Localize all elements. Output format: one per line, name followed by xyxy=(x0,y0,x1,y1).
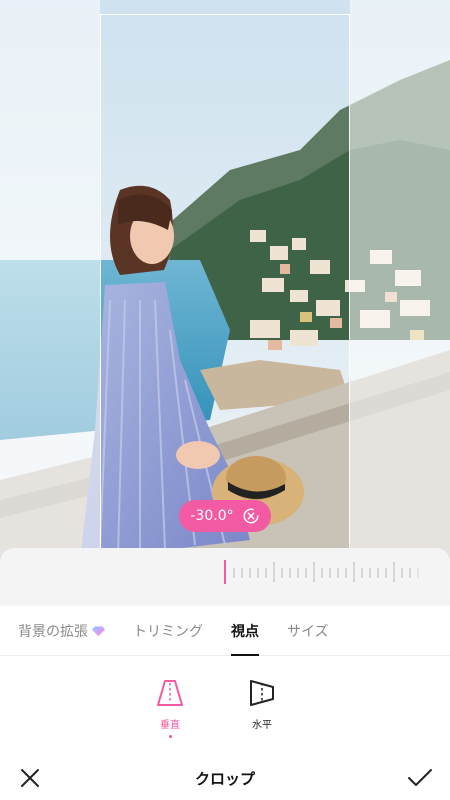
crop-tabs: 背景の拡張 トリミング 視点 サイズ xyxy=(0,606,450,656)
tab-background-extend-label: 背景の拡張 xyxy=(18,623,88,640)
tab-perspective-label: 視点 xyxy=(231,623,259,640)
tab-size-label: サイズ xyxy=(287,623,329,640)
active-dot xyxy=(168,735,172,738)
angle-indicator[interactable]: -30.0° xyxy=(179,500,271,532)
crop-mask-left xyxy=(0,0,100,560)
tab-size[interactable]: サイズ xyxy=(287,606,329,656)
confirm-button[interactable] xyxy=(406,764,434,792)
crop-mask-right xyxy=(350,0,450,560)
option-vertical-label: 垂直 xyxy=(160,720,180,731)
bottom-bar: クロップ xyxy=(0,756,450,800)
cancel-button[interactable] xyxy=(16,764,44,792)
angle-value: -30.0° xyxy=(190,508,234,524)
close-icon xyxy=(21,769,39,787)
check-icon xyxy=(407,769,432,786)
vertical-perspective-icon xyxy=(157,680,183,706)
ruler-ticks[interactable] xyxy=(0,548,450,606)
perspective-options: 垂直 水平 xyxy=(0,656,450,756)
reset-angle-icon[interactable] xyxy=(242,507,260,525)
gem-icon xyxy=(92,625,105,636)
option-horizontal-label: 水平 xyxy=(252,720,272,731)
option-horizontal[interactable]: 水平 xyxy=(242,678,282,731)
tab-background-extend[interactable]: 背景の拡張 xyxy=(18,606,105,656)
tab-trimming[interactable]: トリミング xyxy=(133,606,203,656)
crop-frame[interactable] xyxy=(100,14,350,560)
option-vertical[interactable]: 垂直 xyxy=(150,678,190,738)
photo-canvas[interactable]: -30.0° xyxy=(0,0,450,560)
tab-perspective[interactable]: 視点 xyxy=(231,606,259,656)
tab-trimming-label: トリミング xyxy=(133,623,203,640)
rotation-ruler[interactable] xyxy=(0,548,450,606)
horizontal-perspective-icon xyxy=(250,680,274,706)
screen-title: クロップ xyxy=(194,769,255,788)
